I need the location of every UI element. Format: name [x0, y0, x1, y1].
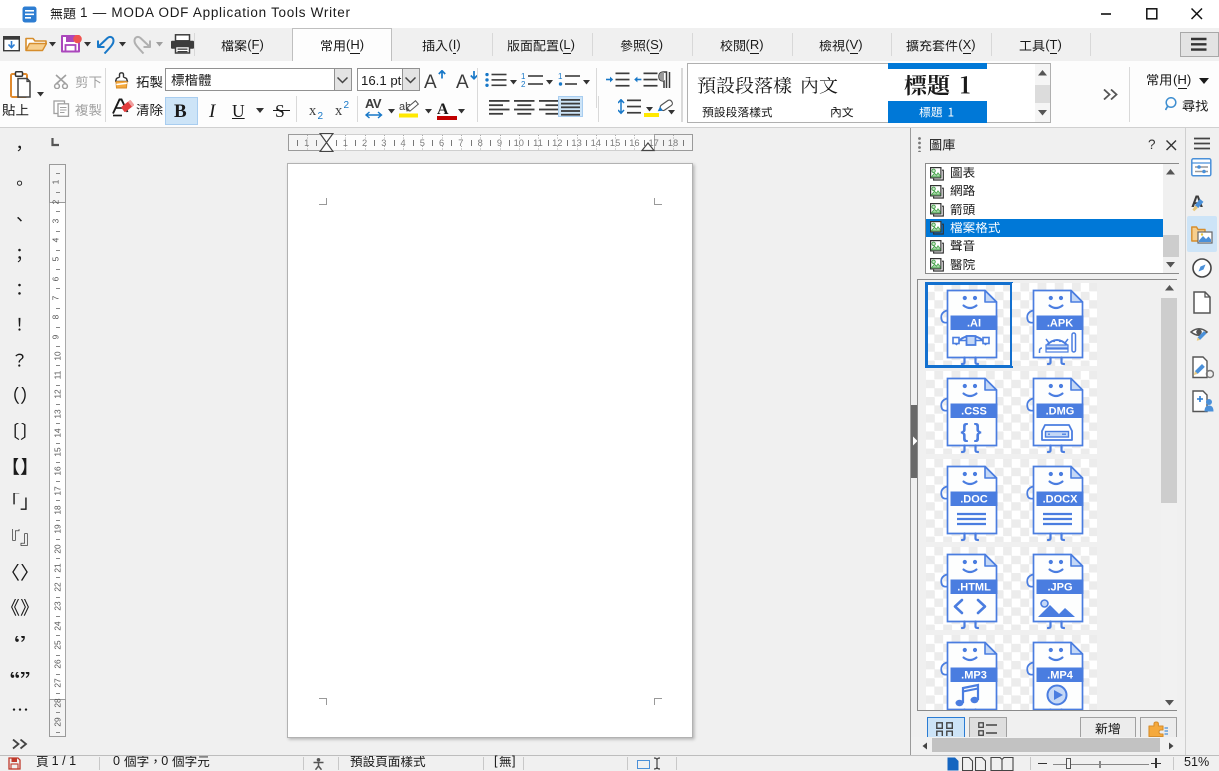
- svg-text:A: A: [456, 72, 469, 91]
- svg-text:.MP4: .MP4: [1047, 670, 1074, 682]
- svg-text:A: A: [424, 72, 437, 91]
- svg-text:.APK: .APK: [1047, 318, 1073, 330]
- svg-text:.DOCX: .DOCX: [1043, 494, 1079, 506]
- svg-text:.DMG: .DMG: [1046, 406, 1075, 418]
- svg-text:.CSS: .CSS: [961, 406, 987, 418]
- svg-text:{ }: { }: [960, 421, 981, 443]
- svg-text:1: 1: [558, 73, 563, 81]
- svg-text:.DOC: .DOC: [960, 494, 988, 506]
- svg-text:.JPG: .JPG: [1047, 582, 1072, 594]
- svg-text:2: 2: [521, 80, 526, 87]
- svg-text:.HTML: .HTML: [957, 582, 991, 594]
- svg-text:.MP3: .MP3: [961, 670, 987, 682]
